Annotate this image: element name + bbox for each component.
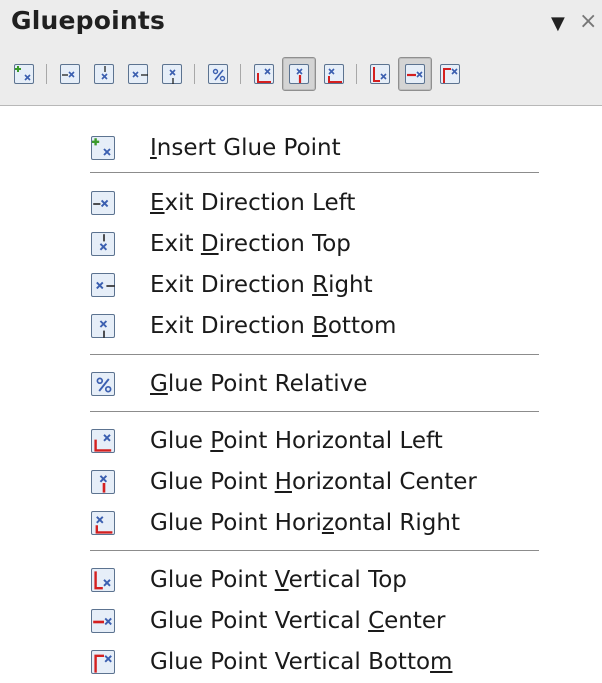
horizontal-right-icon [324,64,344,84]
toolbar-separator [356,64,357,84]
horizontal-right-icon [91,511,115,535]
legend-separator [90,172,539,173]
glue-point-relative-icon [91,372,115,396]
legend-item: Glue Point Relative [0,365,602,405]
exit-direction-right-icon [128,64,148,84]
toolbar-separator [194,64,195,84]
legend-label: Glue Point Vertical Bottom [150,649,453,675]
glue-point-relative-icon [208,64,228,84]
legend-separator [90,550,539,551]
exit-direction-right-icon [91,273,115,297]
vertical-center-icon [405,64,425,84]
legend-label: Glue Point Horizontal Left [150,428,443,454]
insert-glue-point-button[interactable] [7,57,41,91]
legend-label: Glue Point Horizontal Right [150,510,460,536]
close-icon[interactable]: × [579,10,597,34]
legend-separator [90,411,539,412]
legend-item: Glue Point Vertical Bottom [0,643,602,683]
exit-direction-left-icon [60,64,80,84]
vertical-center-button[interactable] [398,57,432,91]
legend-label: Insert Glue Point [150,135,341,161]
legend-label: Exit Direction Left [150,190,356,216]
legend-label: Glue Point Vertical Top [150,567,407,593]
exit-direction-top-icon [91,232,115,256]
vertical-top-button[interactable] [363,57,397,91]
toolbar-title: Gluepoints [11,6,166,35]
legend-item: Exit Direction Top [0,225,602,265]
horizontal-right-button[interactable] [317,57,351,91]
exit-direction-top-button[interactable] [87,57,121,91]
toolbar-separator [240,64,241,84]
gluepoints-toolbar: Gluepoints ▼ × [0,0,602,106]
exit-direction-bottom-icon [91,314,115,338]
legend-item: Glue Point Vertical Center [0,602,602,642]
glue-point-relative-button[interactable] [201,57,235,91]
exit-direction-right-button[interactable] [121,57,155,91]
vertical-top-icon [370,64,390,84]
toolbar-separator [46,64,47,84]
exit-direction-left-button[interactable] [53,57,87,91]
vertical-top-icon [91,568,115,592]
vertical-center-icon [91,609,115,633]
legend-label: Exit Direction Top [150,231,351,257]
toolbar-icon-row [0,52,602,96]
horizontal-left-button[interactable] [247,57,281,91]
insert-glue-point-icon [91,136,115,160]
legend-item: Insert Glue Point [0,129,602,169]
legend-label: Glue Point Horizontal Center [150,469,477,495]
toolbar-menu-arrow-icon[interactable]: ▼ [551,12,565,36]
vertical-bottom-icon [91,650,115,674]
insert-glue-point-icon [14,64,34,84]
horizontal-left-icon [91,429,115,453]
horizontal-center-icon [91,470,115,494]
legend-label: Glue Point Vertical Center [150,608,446,634]
legend-separator [90,354,539,355]
legend-item: Glue Point Vertical Top [0,561,602,601]
exit-direction-bottom-icon [162,64,182,84]
legend-item: Exit Direction Right [0,266,602,306]
legend-item: Glue Point Horizontal Left [0,422,602,462]
legend-label: Glue Point Relative [150,371,368,397]
legend-item: Exit Direction Left [0,184,602,224]
exit-direction-top-icon [94,64,114,84]
legend-label: Exit Direction Right [150,272,373,298]
horizontal-center-icon [289,64,309,84]
legend-item: Exit Direction Bottom [0,307,602,347]
legend-item: Glue Point Horizontal Right [0,504,602,544]
vertical-bottom-button[interactable] [433,57,467,91]
exit-direction-left-icon [91,191,115,215]
exit-direction-bottom-button[interactable] [155,57,189,91]
toolbar-titlebar[interactable]: Gluepoints ▼ × [0,0,602,46]
legend-item: Glue Point Horizontal Center [0,463,602,503]
vertical-bottom-icon [440,64,460,84]
horizontal-center-button[interactable] [282,57,316,91]
legend-label: Exit Direction Bottom [150,313,397,339]
horizontal-left-icon [254,64,274,84]
